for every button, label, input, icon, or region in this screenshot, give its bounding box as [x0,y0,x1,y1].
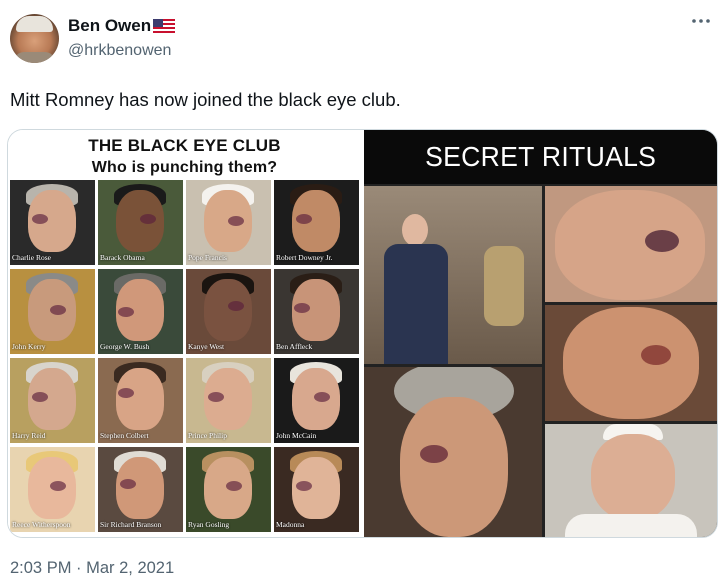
portrait-cell: Stephen Colbert [98,358,183,443]
bruise-mark [296,214,312,224]
portrait-caption: Ryan Gosling [188,520,230,529]
ritual-photo-closeup-3 [364,367,542,537]
photo-face [591,434,675,520]
bruise-mark [296,481,312,491]
portrait-cell: Charlie Rose [10,180,95,265]
portrait-caption: Barack Obama [100,253,145,262]
portrait-cell: Madonna [274,447,359,532]
portrait-caption: Sir Richard Branson [100,520,162,529]
bruise-mark [294,303,310,313]
portrait-cell: Barack Obama [98,180,183,265]
bruise-mark [140,214,156,224]
portrait-caption: Harry Reid [12,431,46,440]
portrait-cell: Pope Francis [186,180,271,265]
more-horizontal-icon[interactable] [691,16,711,26]
portrait-cell: Robert Downey Jr. [274,180,359,265]
portrait-caption: Madonna [276,520,305,529]
portrait-caption: Kanye West [188,342,225,351]
bruise-mark [314,392,330,402]
portrait-cell: Sir Richard Branson [98,447,183,532]
bruise-mark [641,345,671,365]
secret-rituals-image: SECRET RITUALS [364,130,717,537]
bruise-mark [32,214,48,224]
portrait-caption: Reece Witherspoon [12,520,71,529]
bruise-mark [120,479,136,489]
tweet-timestamp[interactable]: 2:03 PM · Mar 2, 2021 [10,559,174,578]
tweet-text: Mitt Romney has now joined the black eye… [10,89,401,110]
portrait-face [204,279,252,341]
portrait-cell: Kanye West [186,269,271,354]
portrait-caption: George W. Bush [100,342,150,351]
photo-face [402,214,428,246]
portrait-cell: Prince Philip [186,358,271,443]
avatar[interactable] [10,14,59,63]
portrait-caption: Robert Downey Jr. [276,253,333,262]
bruise-mark [118,307,134,317]
tweet-media[interactable]: THE BLACK EYE CLUB Who is punching them?… [7,129,718,538]
bruise-mark [228,301,244,311]
portrait-caption: Ben Affleck [276,342,313,351]
portrait-cell: Harry Reid [10,358,95,443]
bruise-mark [208,392,224,402]
portrait-cell: Ryan Gosling [186,447,271,532]
avatar-shirt [14,52,55,63]
bruise-mark [228,216,244,226]
portrait-face [116,368,164,430]
photo-suit [384,244,448,364]
bruise-mark [226,481,242,491]
author-name-row[interactable]: Ben Owen [68,16,176,36]
portrait-grid: Charlie Rose Barack Obama Pope Francis R… [8,180,361,537]
portrait-cell: John McCain [274,358,359,443]
rituals-title: SECRET RITUALS [424,141,657,172]
us-flag-icon [153,19,176,33]
ritual-photo-doorway [364,186,542,364]
bruise-mark [118,388,134,398]
club-subtitle: Who is punching them? [91,159,278,176]
bruise-mark [50,481,66,491]
ritual-photo-closeup-2 [545,305,717,421]
photo-background-person [484,246,524,326]
bruise-mark [420,445,448,463]
black-eye-club-image: THE BLACK EYE CLUB Who is punching them?… [8,130,361,537]
bruise-mark [50,305,66,315]
portrait-cell: George W. Bush [98,269,183,354]
portrait-cell: Reece Witherspoon [10,447,95,532]
portrait-caption: John McCain [276,431,317,440]
club-title: THE BLACK EYE CLUB [88,136,281,155]
bruise-mark [32,392,48,402]
bruise-mark [645,230,679,252]
photo-robe [565,514,697,537]
portrait-caption: Prince Philip [188,431,227,440]
ritual-photo-closeup-1 [545,186,717,302]
portrait-caption: Pope Francis [188,253,227,262]
display-name[interactable]: Ben Owen [68,16,151,36]
portrait-cell: John Kerry [10,269,95,354]
portrait-caption: Stephen Colbert [100,431,149,440]
portrait-caption: Charlie Rose [12,253,51,262]
avatar-cap [16,16,53,32]
photo-face [555,190,705,300]
rituals-header-bar: SECRET RITUALS [364,130,717,184]
ritual-photo-closeup-4 [545,424,717,537]
user-handle[interactable]: @hrkbenowen [68,42,171,60]
photo-face [400,397,508,537]
portrait-cell: Ben Affleck [274,269,359,354]
photo-face [563,307,699,419]
portrait-caption: John Kerry [12,342,46,351]
